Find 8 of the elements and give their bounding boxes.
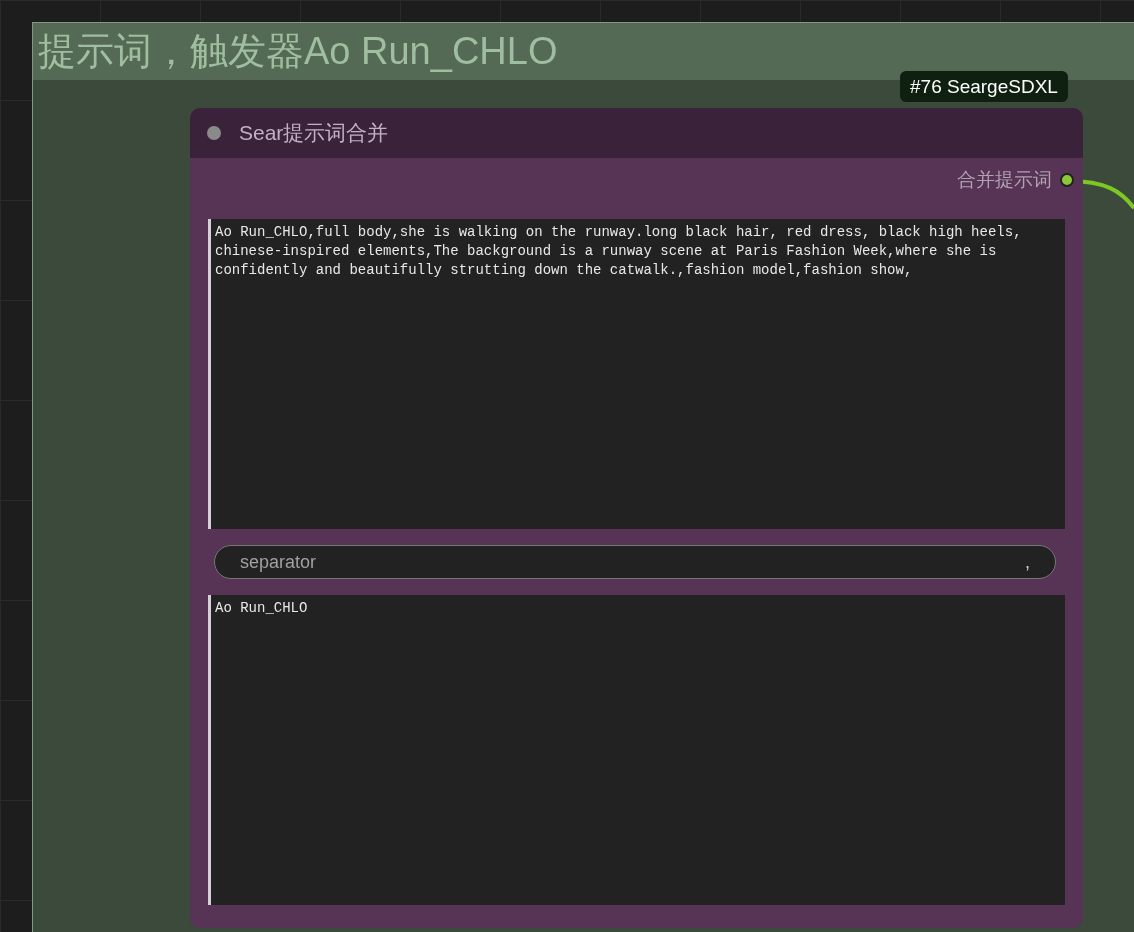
text-area[interactable]: Ao Run_CHLO <box>208 595 1065 905</box>
node-title: Sear提示词合并 <box>239 120 389 147</box>
separator-field[interactable]: separator , <box>214 545 1056 579</box>
output-label: 合并提示词 <box>957 167 1052 192</box>
node-title-bar[interactable]: Sear提示词合并 <box>190 108 1083 158</box>
output-slot-icon[interactable] <box>1060 173 1074 187</box>
text-area[interactable]: Ao Run_CHLO,full body,she is walking on the runway.long black hair, red dress, black high heels, chinese-inspired elements,The background is a runway scene at Paris Fashion Week,where she is confidently and beautifully strutting down the catwalk.,fashion model,fashion show, <box>208 219 1065 529</box>
node-badge: #76 SeargeSDXL <box>900 71 1068 102</box>
